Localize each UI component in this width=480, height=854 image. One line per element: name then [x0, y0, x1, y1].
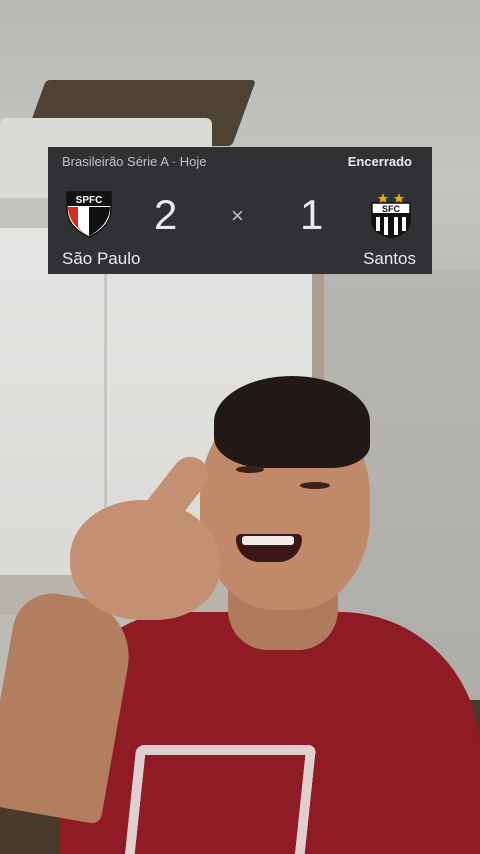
santos-crest-text: SFC	[382, 204, 401, 214]
score-separator: ×	[231, 203, 244, 228]
score-card-header: Brasileirão Série A · Hoje Encerrado	[62, 151, 412, 171]
right-eye	[300, 482, 330, 489]
home-team-name: São Paulo	[62, 249, 141, 268]
shirt-print	[123, 745, 317, 854]
hair	[214, 376, 370, 468]
competition-label: Brasileirão Série A · Hoje	[62, 153, 207, 169]
santos-crest-icon: SFC	[371, 193, 411, 239]
background-photo	[0, 0, 480, 854]
match-status: Encerrado	[347, 153, 412, 169]
home-score: 2	[154, 191, 178, 238]
score-card[interactable]: Brasileirão Série A · Hoje Encerrado SPF…	[48, 147, 432, 274]
spfc-crest-icon: SPFC	[66, 191, 112, 238]
teeth	[242, 536, 294, 545]
left-eye	[236, 466, 264, 473]
spfc-crest-text: SPFC	[76, 195, 103, 206]
away-score: 1	[300, 191, 324, 238]
away-team-name: Santos	[363, 249, 416, 268]
